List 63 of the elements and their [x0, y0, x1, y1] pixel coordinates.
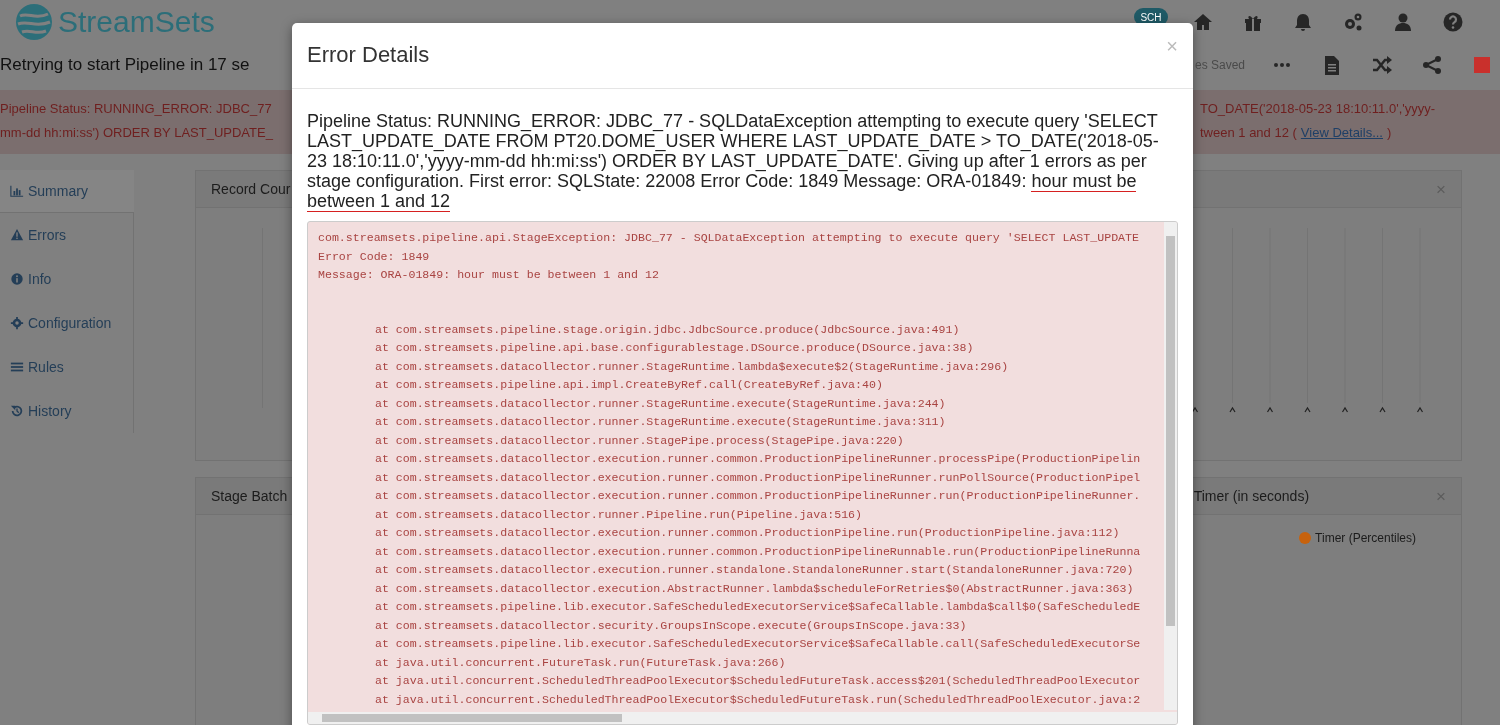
dialog-title: Error Details [307, 42, 430, 69]
stack-trace-line: at com.streamsets.datacollector.runner.StagePipe.process(StagePipe.java:220) [374, 432, 905, 449]
history-icon [10, 404, 24, 418]
error-message: Pipeline Status: RUNNING_ERROR: JDBC_77 - SQLDataException attempting to execute query 'SELECT LAST_UPDATE_DATE FROM PT20.DOME_USER WHERE LAST_UPDATE_DATE > TO_DATE('2018-05-23 18:10:11.0','yyyy-mm-dd hh:mi:ss') ORDER BY LAST_UPDATE_DATE'. Giving up after 1 errors as per stage configuration. First error: SQLState: 22008 Error Code: 1849 Message: ORA-01849: hour must be between 1 and 12 [307, 111, 1160, 211]
info-icon [10, 272, 24, 286]
warning-icon [10, 228, 24, 242]
alert-text: tween 1 and 12 ( [1200, 124, 1297, 142]
stack-trace-line: at java.util.concurrent.FutureTask.run(FutureTask.java:266) [374, 654, 787, 671]
home-icon[interactable] [1192, 11, 1214, 33]
sidebar-tab[interactable]: Configuration [0, 301, 134, 345]
stack-trace-line: at com.streamsets.datacollector.runner.StageRuntime.execute(StageRuntime.java:244) [374, 395, 947, 412]
view-details-link[interactable]: View Details... [1300, 121, 1383, 145]
panel-title: Timer (in seconds) [1193, 486, 1310, 506]
close-button[interactable]: × [1166, 30, 1178, 61]
logo-text: StreamSets [58, 7, 215, 37]
pipeline-status-title: Retrying to start Pipeline in 17 se [0, 54, 250, 77]
list-icon [10, 360, 24, 374]
sidebar-tab[interactable]: Summary [0, 170, 134, 213]
stack-trace-line: at com.streamsets.pipeline.api.base.configurablestage.DSource.produce(DSource.java:38) [374, 340, 975, 356]
stack-trace-line: at java.util.concurrent.ScheduledThreadPoolExecutor$ScheduledFutureTask.access$201(ScheduledThreadPoolExecutor [374, 673, 1142, 689]
stack-trace-line: at com.streamsets.datacollector.execution.runner.common.ProductionPipelineRunner.processPipe(ProductionPipelin [374, 451, 1142, 467]
stack-trace-line: at com.streamsets.pipeline.lib.executor.SafeScheduledExecutorService$SafeCallable.lambda$call$0(SafeScheduledE [374, 599, 1142, 615]
stack-trace-line: com.streamsets.pipeline.api.StageException: JDBC_77 - SQLDataException attempting to execute query 'SELECT LAST_UPDATE [318, 230, 1140, 246]
chart-icon [10, 184, 24, 198]
bell-icon[interactable] [1292, 11, 1314, 33]
stack-trace-line: at com.streamsets.datacollector.execution.runner.common.ProductionPipeline.run(ProductionPipeline.java:112) [374, 525, 1121, 541]
sidebar-tab[interactable]: Rules [0, 345, 134, 389]
alert-text: ) [1387, 124, 1392, 142]
sidebar-tab[interactable]: History [0, 389, 134, 433]
vertical-scrollbar[interactable] [1164, 222, 1177, 710]
stack-trace-line: at com.streamsets.datacollector.execution.AbstractRunner.lambda$scheduleForRetries$0(AbstractRunner.java:363) [374, 580, 1135, 597]
panel-title: Record Cour [211, 179, 291, 199]
stack-trace-line: at com.streamsets.datacollector.security.GroupsInScope.execute(GroupsInScope.java:33) [374, 617, 968, 634]
scrollbar-thumb[interactable] [322, 714, 622, 722]
scrollbar-thumb[interactable] [1166, 236, 1175, 626]
horizontal-scrollbar[interactable] [308, 712, 1177, 724]
stack-trace-line: at com.streamsets.datacollector.execution.runner.standalone.StandaloneRunner.start(StandaloneRunner.java:720) [374, 562, 1135, 578]
alert-text: Pipeline Status: RUNNING_ERROR: JDBC_77 [0, 100, 273, 118]
stack-trace-line: at com.streamsets.datacollector.execution.runner.common.ProductionPipelineRunner.run(ProductionPipelineRunner. [374, 488, 1142, 504]
stack-trace-line: at com.streamsets.pipeline.stage.origin.jdbc.JdbcSource.produce(JdbcSource.java:491) [374, 321, 961, 338]
stack-trace-line: at java.util.concurrent.ScheduledThreadPoolExecutor$ScheduledFutureTask.run(ScheduledThreadPoolExecutor.java:2 [374, 691, 1142, 708]
panel-title: Stage Batch [211, 486, 288, 506]
shuffle-icon[interactable] [1371, 54, 1394, 76]
stack-trace-line: at com.streamsets.pipeline.lib.executor.SafeScheduledExecutorService$SafeCallable.call(SafeScheduledExecutorSe [374, 636, 1142, 652]
legend-dot [1299, 532, 1312, 544]
close-button[interactable]: × [1436, 180, 1446, 198]
sidebar-tab[interactable]: Info [0, 257, 134, 301]
legend-label: Timer (Percentiles) [1315, 530, 1416, 547]
stack-trace-line: at com.streamsets.datacollector.execution.runner.common.ProductionPipelineRunner.runPollSource(ProductionPipel [374, 469, 1142, 486]
stack-trace-line: at com.streamsets.datacollector.execution.runner.common.ProductionPipelineRunnable.run(ProductionPipelineRunna [374, 543, 1142, 560]
help-icon[interactable] [1442, 11, 1464, 33]
stack-trace-line: at com.streamsets.pipeline.api.impl.CreateByRef.call(CreateByRef.java:40) [374, 377, 884, 393]
stack-trace-line: Error Code: 1849 [318, 248, 431, 265]
stack-trace-line: Message: ORA-01849: hour must be between 1 and 12 [318, 267, 660, 283]
stack-trace-line: at com.streamsets.datacollector.runner.StageRuntime.lambda$execute$2(StageRuntime.java:296) [374, 358, 1010, 375]
user-icon[interactable] [1392, 11, 1414, 33]
stack-trace-line: at com.streamsets.datacollector.runner.Pipeline.run(Pipeline.java:516) [374, 506, 864, 523]
alert-text: mm-dd hh:mi:ss') ORDER BY LAST_UPDATE_ [0, 124, 273, 142]
sidebar-tab[interactable]: Errors [0, 213, 134, 257]
share-icon[interactable] [1421, 54, 1444, 76]
alert-text: TO_DATE('2018-05-23 18:10:11.0','yyyy- [1200, 100, 1437, 118]
close-button[interactable]: × [1436, 487, 1446, 505]
stack-trace-line: at com.streamsets.datacollector.runner.StageRuntime.execute(StageRuntime.java:311) [374, 414, 947, 430]
